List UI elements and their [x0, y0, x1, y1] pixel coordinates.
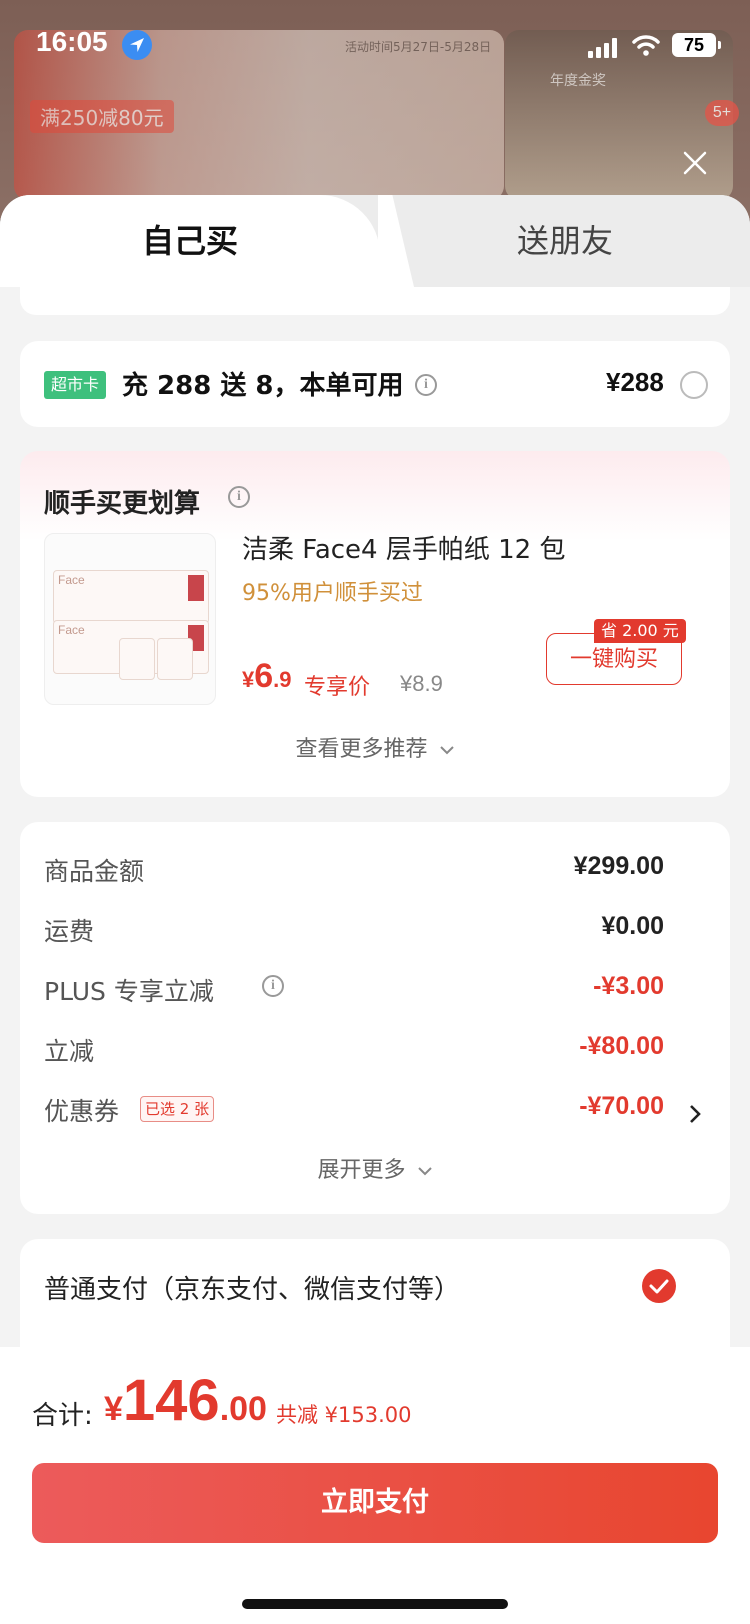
row-coupon[interactable]: 优惠券 已选 2 张 -¥70.00 — [44, 1088, 664, 1128]
supermarket-card-radio[interactable] — [680, 371, 708, 399]
product-image[interactable]: Face Face — [44, 533, 216, 705]
checkout-footer: 合计: ¥146.00 共减 ¥153.00 立即支付 — [0, 1347, 750, 1624]
view-more-label: 查看更多推荐 — [295, 737, 428, 762]
product-name[interactable]: 洁柔 Face4 层手帕纸 12 包 — [242, 529, 565, 566]
expand-more-button[interactable]: 展开更多 — [20, 1152, 730, 1184]
product-price: ¥6.9 — [242, 657, 292, 695]
tissue-pocket-image — [119, 638, 155, 680]
checkmark-selected-icon[interactable] — [642, 1269, 676, 1303]
original-price: ¥8.9 — [400, 671, 443, 696]
wifi-icon — [632, 34, 660, 56]
row-instant-discount: 立减 -¥80.00 — [44, 1028, 664, 1068]
info-icon[interactable]: i — [228, 486, 250, 508]
view-more-recommendations[interactable]: 查看更多推荐 — [20, 731, 730, 763]
row-label: 商品金额 — [44, 857, 145, 886]
add-on-title: 顺手买更划算 — [44, 489, 201, 519]
coupon-selected-tag: 已选 2 张 — [140, 1096, 215, 1122]
supermarket-card-text: 充 288 送 8，本单可用 — [122, 371, 404, 401]
payment-method-card[interactable]: 普通支付（京东支付、微信支付等） — [20, 1239, 730, 1359]
tab-buy-for-self[interactable]: 自己买 — [95, 195, 285, 287]
pay-now-button[interactable]: 立即支付 — [32, 1463, 718, 1543]
row-label: 优惠券 — [44, 1097, 120, 1126]
row-label: 立减 — [44, 1037, 95, 1066]
notification-badge: 5+ — [705, 100, 739, 126]
price-breakdown-card: 商品金额 ¥299.00 运费 ¥0.00 PLUS 专享立减 i -¥3.00… — [20, 822, 730, 1214]
tissue-pocket-image — [157, 638, 193, 680]
exclusive-price-label: 专享价 — [304, 675, 371, 700]
close-icon[interactable] — [680, 148, 710, 178]
tab-gift-to-friend[interactable]: 送朋友 — [470, 195, 660, 287]
cellular-signal-icon — [588, 38, 618, 58]
supermarket-card-price: ¥288 — [606, 367, 664, 397]
row-subtotal: 商品金额 ¥299.00 — [44, 848, 664, 888]
product-popularity: 95%用户顺手买过 — [242, 581, 423, 606]
row-value: ¥299.00 — [573, 852, 664, 880]
info-icon[interactable]: i — [415, 374, 437, 396]
row-value: -¥3.00 — [593, 972, 664, 1000]
checkout-sheet: 自己买 送朋友 超市卡 充 288 送 8，本单可用 i ¥288 顺手买更划算… — [0, 195, 750, 1624]
tissue-pack-image: Face — [53, 570, 209, 624]
status-time: 16:05 — [36, 26, 108, 57]
chevron-down-icon — [417, 1167, 432, 1176]
row-label: PLUS 专享立减 — [44, 977, 214, 1006]
background-award-text: 年度金奖 — [550, 73, 606, 89]
total-savings: 共减 ¥153.00 — [276, 1403, 412, 1427]
total-label: 合计: — [32, 1401, 93, 1431]
expand-more-label: 展开更多 — [317, 1158, 406, 1183]
supermarket-card-offer[interactable]: 超市卡 充 288 送 8，本单可用 i ¥288 — [20, 341, 730, 427]
row-plus-discount: PLUS 专享立减 i -¥3.00 — [44, 968, 664, 1008]
row-shipping: 运费 ¥0.00 — [44, 908, 664, 948]
payment-method-label: 普通支付（京东支付、微信支付等） — [44, 1275, 461, 1305]
row-value: -¥70.00 — [579, 1092, 664, 1120]
add-on-recommendation-card: 顺手买更划算 i Face Face 洁柔 Face4 层手帕纸 12 包 95… — [20, 451, 730, 797]
savings-badge: 省 2.00 元 — [594, 619, 686, 643]
info-icon[interactable]: i — [262, 975, 284, 997]
supermarket-card-tag: 超市卡 — [44, 371, 107, 399]
purchase-tabs: 自己买 送朋友 — [0, 195, 750, 287]
background-promo-text: 满250减80元 — [30, 100, 174, 133]
chevron-right-icon[interactable] — [685, 1104, 705, 1124]
chevron-down-icon — [439, 746, 454, 755]
address-card-bottom — [20, 287, 730, 315]
background-time-range: 活动时间5月27日-5月28日 — [345, 40, 492, 54]
row-value: ¥0.00 — [601, 912, 664, 940]
battery-icon: 75 — [672, 33, 721, 57]
row-value: -¥80.00 — [579, 1032, 664, 1060]
location-arrow-icon — [122, 30, 152, 60]
total-amount: ¥146.00 — [104, 1368, 267, 1433]
row-label: 运费 — [44, 917, 95, 946]
home-indicator[interactable] — [242, 1599, 508, 1609]
